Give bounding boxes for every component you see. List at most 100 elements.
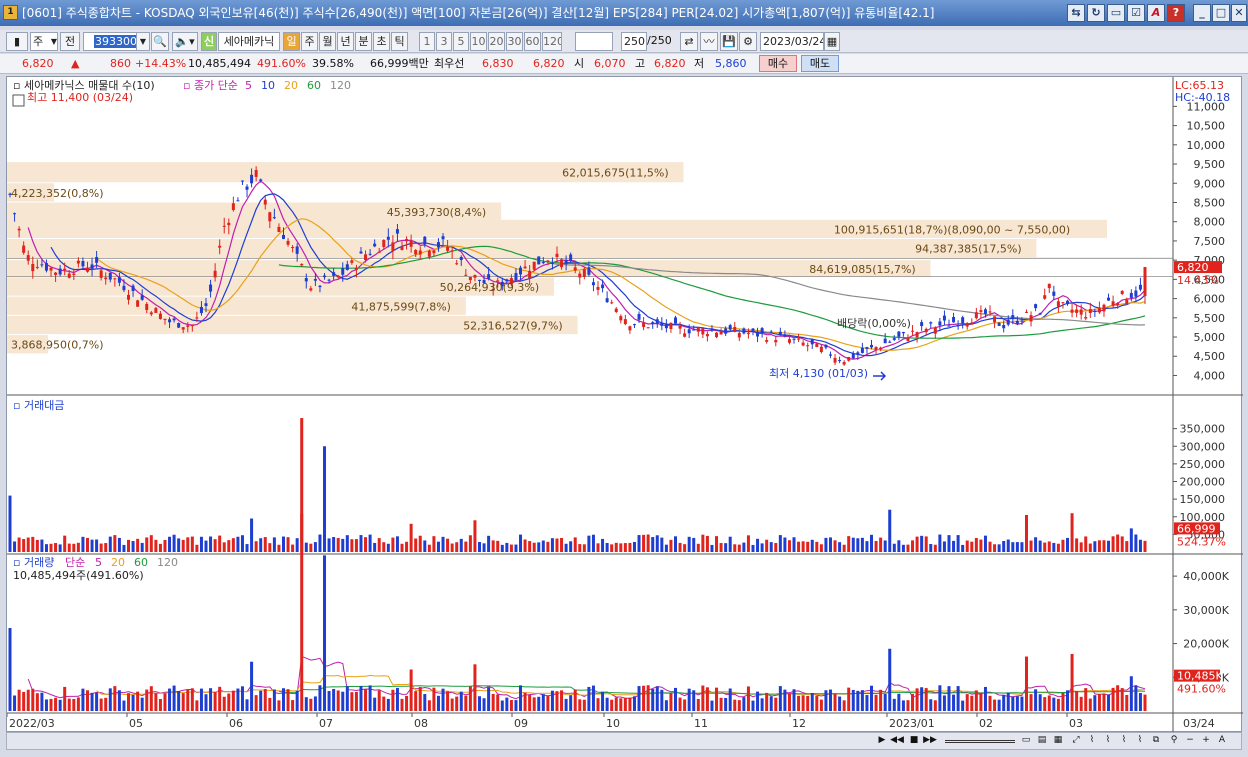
interval-button[interactable]: 5 bbox=[453, 32, 469, 51]
period-button[interactable]: 주 bbox=[301, 32, 318, 51]
candle-body bbox=[828, 354, 832, 356]
prev-button[interactable]: 전 bbox=[60, 32, 80, 51]
speaker-icon[interactable]: 🔈▾ bbox=[172, 32, 198, 51]
layout-icon[interactable]: ▤ bbox=[1035, 734, 1049, 748]
volume-bar bbox=[432, 687, 436, 711]
custom-interval-input[interactable] bbox=[575, 32, 613, 51]
period-button[interactable]: 일 bbox=[283, 32, 300, 51]
close-button[interactable]: ✕ bbox=[1231, 4, 1247, 22]
buy-button[interactable]: 매수 bbox=[759, 55, 797, 72]
amount-bar bbox=[838, 542, 842, 552]
amount-bar bbox=[236, 536, 240, 552]
expand-icon[interactable]: ⤢ bbox=[1069, 734, 1083, 748]
pattern-3-icon[interactable]: ⌇ bbox=[1117, 734, 1131, 748]
zoom-in-icon[interactable]: + bbox=[1199, 734, 1213, 748]
volume-bar bbox=[528, 694, 532, 711]
stop-icon[interactable]: ■ bbox=[907, 734, 921, 748]
period-button[interactable]: 틱 bbox=[391, 32, 408, 51]
fast-forward-icon[interactable]: ▶▶ bbox=[923, 734, 937, 748]
amount-bar bbox=[550, 538, 554, 552]
interval-button[interactable]: 3 bbox=[436, 32, 452, 51]
ma-legend-period: 5 bbox=[245, 79, 252, 92]
minimize-button[interactable]: _ bbox=[1193, 4, 1211, 22]
volume-bar bbox=[947, 686, 951, 711]
refresh-icon[interactable]: ↻ bbox=[1087, 4, 1105, 22]
candle-body bbox=[240, 180, 244, 182]
chart-area[interactable]: 4,223,352(0,8%) 62,015,675(11,5%) 45,393,7… bbox=[6, 76, 1243, 733]
amount-bar bbox=[199, 536, 203, 552]
candle-body bbox=[254, 169, 258, 177]
interval-button[interactable]: 120 bbox=[542, 32, 562, 51]
calendar-icon[interactable]: ▦ bbox=[824, 32, 840, 51]
candle-body bbox=[965, 323, 969, 327]
period-select[interactable]: 주 ▼ bbox=[30, 32, 58, 51]
volume-bar bbox=[40, 692, 44, 711]
code-dropdown-icon[interactable]: ▼ bbox=[136, 32, 150, 51]
zoom-fit-icon[interactable]: ▭ bbox=[1019, 734, 1033, 748]
pattern-1-icon[interactable]: ⌇ bbox=[1085, 734, 1099, 748]
period-button[interactable]: 년 bbox=[337, 32, 354, 51]
link-icon[interactable]: ⇆ bbox=[1067, 4, 1085, 22]
interval-button[interactable]: 20 bbox=[488, 32, 505, 51]
rewind-icon[interactable]: ◀◀ bbox=[890, 734, 904, 748]
period-button[interactable]: 초 bbox=[373, 32, 390, 51]
price-axis-label: 4,000 bbox=[1194, 369, 1226, 382]
candle-body bbox=[660, 322, 664, 326]
save-icon[interactable]: 💾 bbox=[720, 32, 738, 51]
candle-body bbox=[409, 240, 413, 247]
amount-bar bbox=[295, 538, 299, 552]
volume-bar bbox=[395, 687, 399, 711]
pattern-2-icon[interactable]: ⌇ bbox=[1101, 734, 1115, 748]
interval-button[interactable]: 1 bbox=[419, 32, 435, 51]
maximize-button[interactable]: □ bbox=[1212, 4, 1230, 22]
interval-button[interactable]: 60 bbox=[524, 32, 541, 51]
interval-button[interactable]: 30 bbox=[506, 32, 523, 51]
amount-bar bbox=[519, 534, 523, 552]
amount-bar bbox=[313, 542, 317, 552]
volume-bar bbox=[49, 698, 53, 711]
stock-list-icon[interactable]: ▮ bbox=[6, 32, 28, 51]
volume-bar bbox=[828, 689, 832, 711]
capture-icon[interactable]: ⧉ bbox=[1149, 734, 1163, 748]
window-icon[interactable]: ▭ bbox=[1107, 4, 1125, 22]
candle-body bbox=[1015, 320, 1019, 324]
candle-body bbox=[942, 315, 946, 321]
date-input[interactable]: 2023/03/24 bbox=[760, 32, 824, 51]
interval-button[interactable]: 10 bbox=[470, 32, 487, 51]
amount-bar bbox=[432, 536, 436, 552]
volume-bar bbox=[637, 686, 641, 711]
font-size-icon[interactable]: A bbox=[1215, 734, 1229, 748]
pattern-4-icon[interactable]: ⌇ bbox=[1133, 734, 1147, 748]
alert-a-icon[interactable]: A bbox=[1147, 4, 1165, 22]
amount-bar bbox=[22, 539, 26, 552]
settings-icon[interactable]: ⚙ bbox=[739, 32, 757, 51]
period-button[interactable]: 분 bbox=[355, 32, 372, 51]
search-icon[interactable]: 🔍 bbox=[151, 32, 169, 51]
volume-bar bbox=[131, 694, 135, 711]
volume-bar bbox=[601, 691, 605, 711]
volume-bar bbox=[354, 692, 358, 711]
scroll-slider[interactable] bbox=[945, 740, 1015, 743]
zoom-out-icon[interactable]: − bbox=[1183, 734, 1197, 748]
play-icon[interactable]: ▶ bbox=[875, 734, 889, 748]
sell-button[interactable]: 매도 bbox=[801, 55, 839, 72]
amount-bar bbox=[76, 542, 80, 552]
amount-bar bbox=[382, 542, 386, 552]
zoom-search-icon[interactable]: ⚲ bbox=[1167, 734, 1181, 748]
scroll-icon[interactable]: ⇄ bbox=[680, 32, 698, 51]
chart-type-icon[interactable]: 〰 bbox=[700, 32, 718, 51]
candle-body bbox=[204, 303, 208, 306]
amount-bar bbox=[605, 542, 609, 552]
volume-bar bbox=[359, 686, 363, 711]
count-input[interactable]: 250 bbox=[621, 32, 647, 51]
candle-body bbox=[149, 312, 153, 315]
amount-bar bbox=[610, 544, 614, 552]
volume-bar bbox=[929, 699, 933, 711]
period-button[interactable]: 월 bbox=[319, 32, 336, 51]
check-icon[interactable]: ☑ bbox=[1127, 4, 1145, 22]
stock-chart[interactable]: 4,223,352(0,8%) 62,015,675(11,5%) 45,393,7… bbox=[7, 77, 1243, 733]
grid-icon[interactable]: ▦ bbox=[1051, 734, 1065, 748]
help-icon[interactable]: ? bbox=[1167, 4, 1185, 22]
amount-bar bbox=[487, 535, 491, 552]
amount-bar bbox=[733, 544, 737, 552]
